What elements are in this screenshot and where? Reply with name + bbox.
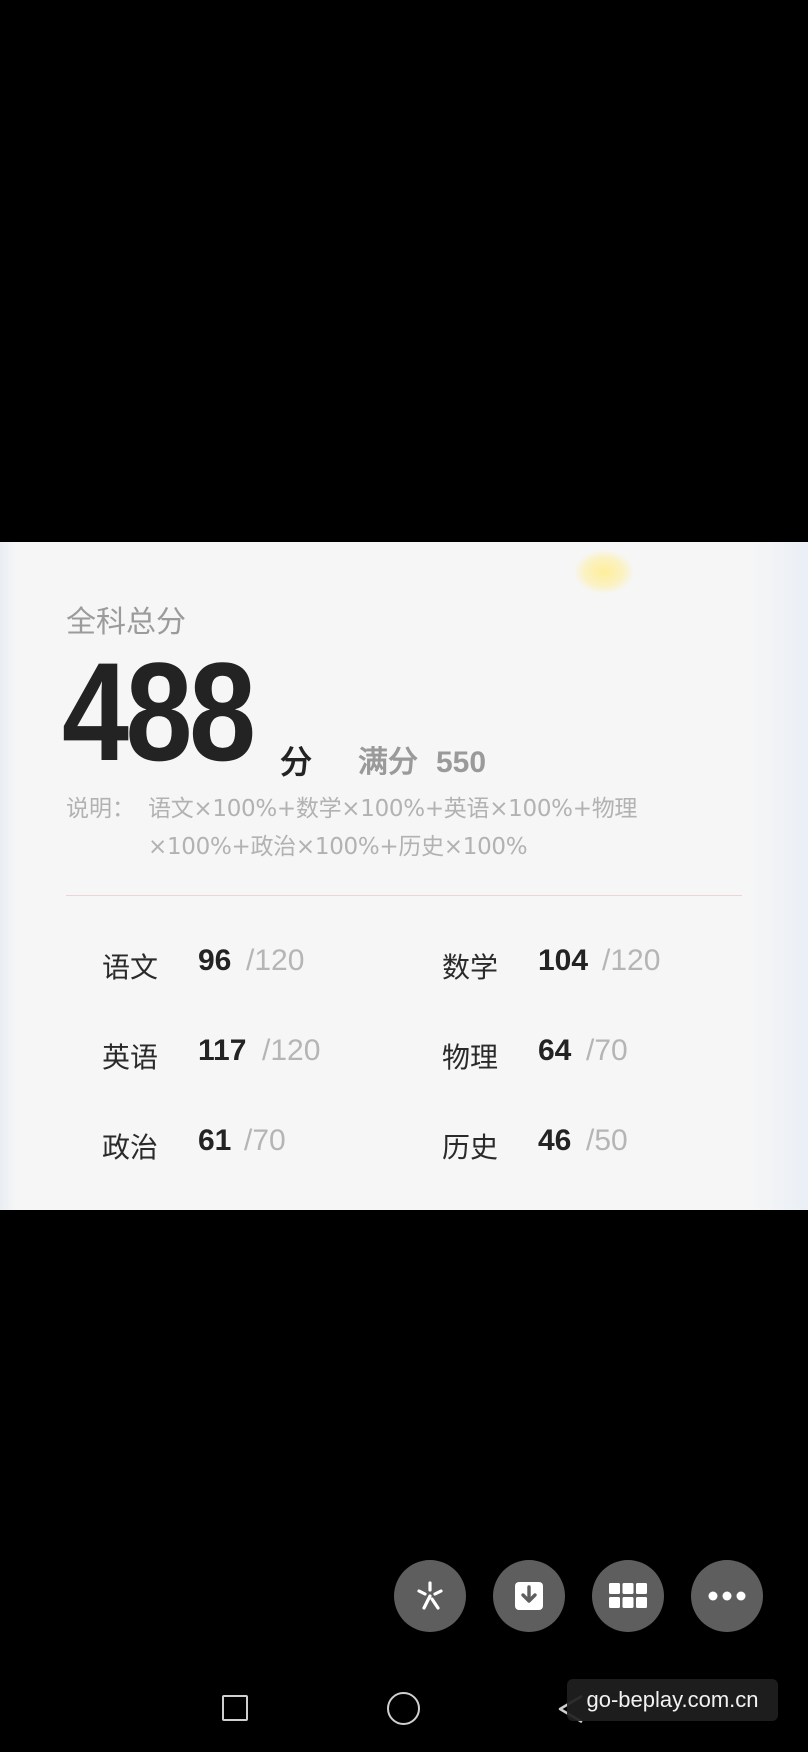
subject-score: 104 xyxy=(538,944,589,977)
note-text: 语文×100%+数学×100%+英语×100%+物理 xyxy=(148,796,638,822)
subject-full-score: /70 xyxy=(586,1034,628,1067)
full-score-label: 满分 xyxy=(358,745,418,780)
note-text: ×100%+政治×100%+历史×100% xyxy=(148,834,528,860)
subject-full-score: /120 xyxy=(262,1034,321,1067)
subject-score-english: 英语 117 /120 xyxy=(102,1032,402,1082)
divider xyxy=(66,895,742,896)
sparkle-button[interactable] xyxy=(394,1560,466,1632)
subject-name: 语文 xyxy=(102,951,159,984)
grid-button[interactable] xyxy=(592,1560,664,1632)
subject-score-politics: 政治 61 /70 xyxy=(102,1122,402,1172)
subject-score-physics: 物理 64 /70 xyxy=(442,1032,742,1082)
card-edge-decoration xyxy=(748,542,808,1210)
subject-name: 英语 xyxy=(102,1041,159,1074)
card-edge-decoration xyxy=(0,542,16,1210)
subject-score: 117 xyxy=(198,1034,247,1067)
score-card: 全科总分 488 分 满分 550 说明： 语文×100%+数学×100%+英语… xyxy=(0,542,808,1210)
more-button[interactable] xyxy=(691,1560,763,1632)
download-icon xyxy=(515,1582,543,1610)
home-icon[interactable] xyxy=(387,1692,420,1725)
grid-icon xyxy=(609,1583,647,1608)
subject-name: 数学 xyxy=(442,951,499,984)
subject-name: 政治 xyxy=(102,1131,159,1164)
recent-apps-icon[interactable] xyxy=(222,1695,248,1721)
sparkle-icon xyxy=(417,1581,443,1610)
download-button[interactable] xyxy=(493,1560,565,1632)
subject-name: 历史 xyxy=(442,1131,499,1164)
subject-name: 物理 xyxy=(442,1041,499,1074)
subject-full-score: /50 xyxy=(586,1124,628,1157)
subject-score: 46 xyxy=(538,1124,572,1157)
subject-full-score: /120 xyxy=(602,944,661,977)
subject-score: 64 xyxy=(538,1034,572,1067)
decorative-glow xyxy=(574,550,634,594)
more-icon xyxy=(708,1591,746,1601)
total-score-value: 488 xyxy=(62,633,256,790)
subject-score: 61 xyxy=(198,1124,232,1157)
subject-score-math: 数学 104 /120 xyxy=(442,942,742,992)
subject-score-chinese: 语文 96 /120 xyxy=(102,942,402,992)
subject-score-history: 历史 46 /50 xyxy=(442,1122,742,1172)
note-label: 说明： xyxy=(66,796,135,822)
subject-score: 96 xyxy=(198,944,232,977)
subject-full-score: /70 xyxy=(244,1124,286,1157)
subject-full-score: /120 xyxy=(246,944,305,977)
total-score-unit: 分 xyxy=(280,743,313,781)
watermark: go-beplay.com.cn xyxy=(567,1679,778,1721)
full-score-value: 550 xyxy=(436,746,487,779)
